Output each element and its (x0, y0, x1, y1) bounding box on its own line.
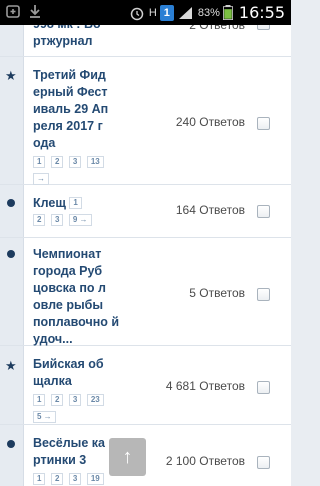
page-link[interactable]: 3 (68, 393, 82, 406)
topic-row[interactable]: Чемпионат города Руб цовска по л овле ры… (0, 238, 291, 346)
battery-percent: 83% (197, 6, 220, 19)
row-gutter (0, 25, 24, 56)
android-debug-icon (6, 5, 20, 18)
unread-dot-icon (7, 250, 15, 258)
reply-count: 5 Ответов (189, 286, 245, 300)
topic-row[interactable]: ★ Бийская об щалка 1 2 3 23 5 → 4 681 От… (0, 346, 291, 425)
topic-title-link[interactable]: Третий Фид ерный Фест иваль 29 Ап реля 2… (33, 68, 108, 150)
topic-select-checkbox[interactable] (257, 288, 270, 301)
reply-count: 4 681 Ответов (165, 379, 245, 393)
page-link[interactable]: 2 (50, 472, 64, 485)
row-gutter (0, 425, 24, 486)
pinned-star-icon: ★ (5, 358, 17, 373)
page-link[interactable]: 2 (33, 213, 46, 226)
next-page-link[interactable]: 5 → (33, 410, 56, 423)
topic-select-checkbox[interactable] (257, 456, 270, 469)
row-gutter (0, 185, 24, 237)
network-type-label: H (148, 6, 157, 19)
clock: 16:55 (238, 3, 285, 22)
topic-title-block: Третий Фид ерный Фест иваль 29 Ап реля 2… (33, 67, 125, 188)
topic-list: 998 мк : Во ртжурнал 2 Ответов ★ Третий … (0, 17, 291, 486)
topic-row[interactable]: 998 мк : Во ртжурнал 2 Ответов (0, 17, 291, 57)
page-links: 1 2 3 13 → (33, 154, 125, 188)
topic-select-checkbox[interactable] (257, 205, 270, 218)
next-page-link[interactable]: 9 → (68, 213, 92, 226)
page-link[interactable]: 13 (86, 155, 104, 168)
arrow-up-icon: ↑ (122, 445, 133, 468)
alarm-icon (130, 7, 144, 20)
page-link[interactable]: 1 (69, 196, 82, 209)
topic-title-link[interactable]: Бийская об щалка (33, 357, 104, 388)
notification-badge: 1 (159, 4, 174, 21)
reply-count: 240 Ответов (175, 115, 245, 129)
download-icon (30, 5, 40, 18)
page-link[interactable]: 3 (68, 472, 82, 485)
topic-title-link[interactable]: Весёлые ка ртинки 3 (33, 436, 105, 467)
next-page-link[interactable]: → (33, 172, 49, 185)
topic-title-link[interactable]: Чемпионат города Руб цовска по л овле ры… (33, 246, 125, 348)
page-link[interactable]: 1 (33, 393, 46, 406)
page-link[interactable]: 2 (50, 393, 64, 406)
page-link[interactable]: 3 (50, 213, 64, 226)
scroll-to-top-button[interactable]: ↑ (109, 438, 146, 476)
battery-icon (222, 5, 233, 20)
pinned-star-icon: ★ (5, 68, 17, 83)
page-link[interactable]: 23 (86, 393, 104, 406)
topic-row[interactable]: Клещ 1 2 3 9 → 164 Ответов (0, 185, 291, 238)
reply-count: 2 100 Ответов (165, 454, 245, 468)
topic-title-block: Клещ 1 2 3 9 → (33, 195, 125, 229)
reply-count: 164 Ответов (175, 203, 245, 217)
unread-dot-icon (7, 440, 15, 448)
page-link[interactable]: 3 (68, 155, 82, 168)
signal-icon (178, 6, 192, 19)
page-links: 1 2 3 23 5 → (33, 392, 125, 426)
topic-select-checkbox[interactable] (257, 381, 270, 394)
status-left-icons (4, 3, 44, 19)
status-right-icons: H 1 83% 16:55 (128, 0, 285, 25)
page-link[interactable]: 1 (33, 472, 46, 485)
unread-dot-icon (7, 199, 15, 207)
topic-select-checkbox[interactable] (257, 117, 270, 130)
page-link[interactable]: 19 (86, 472, 104, 485)
topic-row[interactable]: ★ Третий Фид ерный Фест иваль 29 Ап реля… (0, 57, 291, 185)
topic-title-link[interactable]: Клещ (33, 196, 66, 210)
page-link[interactable]: 1 (33, 155, 46, 168)
status-bar: H 1 83% 16:55 (0, 0, 291, 25)
topic-title-block: Бийская об щалка 1 2 3 23 5 → (33, 356, 125, 426)
page-link[interactable]: 2 (50, 155, 64, 168)
